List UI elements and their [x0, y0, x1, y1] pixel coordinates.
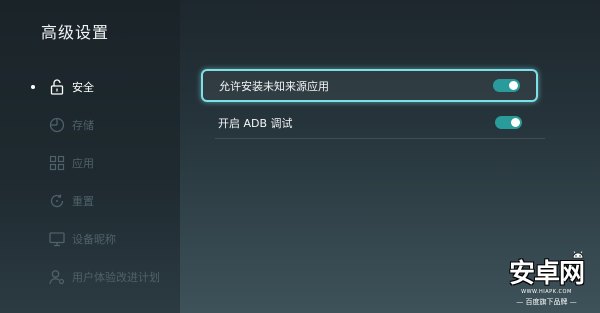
sidebar-item-label: 存储 — [72, 119, 94, 132]
android-robot-icon — [570, 249, 586, 265]
setting-label: 允许安装未知来源应用 — [219, 79, 329, 93]
sidebar-item-label: 应用 — [72, 157, 94, 170]
sidebar: 高级设置 安全 存储 应用 重置 设备昵称 用户体验改进计划 — [0, 0, 180, 313]
toggle-knob — [509, 81, 518, 90]
watermark: 安卓网 WWW.HIAPK.COM — 百度旗下品牌 — — [499, 249, 594, 307]
setting-row-unknown-sources[interactable]: 允许安装未知来源应用 — [201, 69, 538, 102]
sidebar-item-label: 用户体验改进计划 — [72, 271, 160, 284]
apps-grid-icon — [48, 154, 66, 172]
monitor-icon — [48, 230, 66, 248]
sidebar-item-apps[interactable]: 应用 — [48, 152, 94, 174]
sidebar-item-user-experience[interactable]: 用户体验改进计划 — [48, 266, 160, 288]
storage-pie-icon — [48, 116, 66, 134]
sidebar-item-device-name[interactable]: 设备昵称 — [48, 228, 116, 250]
reset-icon — [48, 192, 66, 210]
user-settings-icon — [48, 268, 66, 286]
adb-debug-toggle[interactable] — [495, 116, 522, 129]
watermark-url: WWW.HIAPK.COM — [521, 289, 572, 295]
setting-label: 开启 ADB 调试 — [218, 116, 293, 130]
active-indicator-dot — [31, 85, 35, 89]
toggle-knob — [511, 118, 520, 127]
sidebar-item-label: 重置 — [72, 195, 94, 208]
divider — [215, 138, 545, 139]
unknown-sources-toggle[interactable] — [493, 79, 520, 92]
sidebar-item-label: 设备昵称 — [72, 233, 116, 246]
setting-row-adb-debug[interactable]: 开启 ADB 调试 — [201, 106, 538, 139]
lock-open-icon — [48, 78, 66, 96]
sidebar-item-reset[interactable]: 重置 — [48, 190, 94, 212]
sidebar-item-security[interactable]: 安全 — [48, 76, 94, 98]
sidebar-item-label: 安全 — [72, 81, 94, 94]
watermark-slogan: — 百度旗下品牌 — — [516, 298, 577, 306]
sidebar-item-storage[interactable]: 存储 — [48, 114, 94, 136]
page-title: 高级设置 — [41, 23, 110, 42]
